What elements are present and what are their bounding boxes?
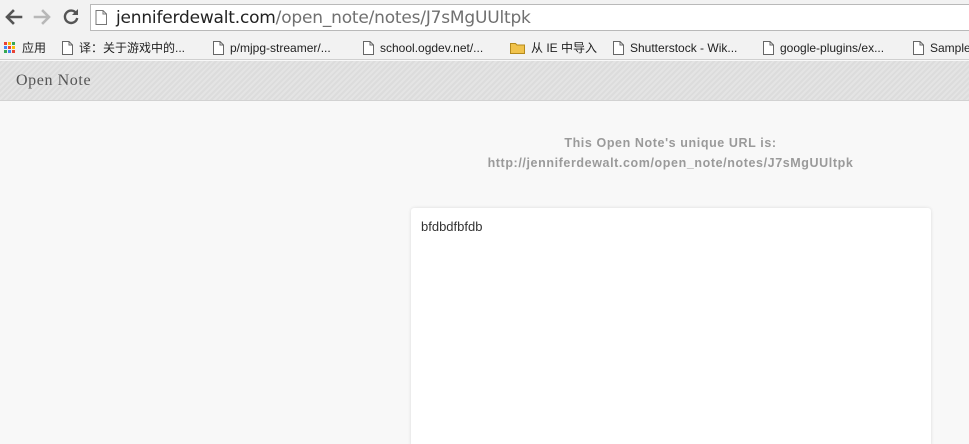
bookmark-item[interactable]: Sample	[913, 38, 969, 57]
page-icon	[613, 40, 624, 55]
bookmark-label: 从 IE 中导入	[531, 41, 598, 55]
url-path: /open_note/notes/J7sMgUUltpk	[275, 8, 531, 28]
address-bar[interactable]: jenniferdewalt.com/open_note/notes/J7sMg…	[90, 4, 969, 31]
url-host: jenniferdewalt.com	[116, 8, 276, 28]
folder-icon	[510, 42, 525, 54]
page-icon	[363, 40, 374, 55]
page-icon	[95, 10, 107, 25]
page-icon	[213, 40, 224, 55]
page-icon	[913, 40, 924, 55]
note-url-info: This Open Note's unique URL is: http://j…	[410, 133, 931, 173]
page-icon	[763, 40, 774, 55]
bookmark-item[interactable]: p/mjpg-streamer/...	[213, 38, 331, 57]
reload-icon	[63, 9, 79, 25]
bookmark-folder[interactable]: 从 IE 中导入	[510, 38, 597, 57]
bookmark-label: 译：关于游戏中的...	[79, 41, 186, 55]
bookmark-label: google-plugins/ex...	[780, 40, 885, 55]
note-url: http://jenniferdewalt.com/open_note/note…	[487, 156, 854, 170]
bookmark-item[interactable]: google-plugins/ex...	[763, 38, 884, 57]
apps-grid-icon	[4, 42, 15, 53]
bookmark-label: school.ogdev.net/...	[380, 40, 484, 55]
back-button[interactable]	[3, 6, 25, 28]
url-text[interactable]: jenniferdewalt.com/open_note/notes/J7sMg…	[116, 8, 531, 28]
bookmark-item[interactable]: school.ogdev.net/...	[363, 38, 483, 57]
bookmarks-bar: 应用 译：关于游戏中的... p/mjpg-streamer/... schoo…	[0, 35, 969, 60]
reload-button[interactable]	[60, 6, 82, 28]
page-icon	[62, 40, 73, 55]
bookmark-label: 应用	[22, 41, 47, 55]
brand-link[interactable]: Open Note	[16, 72, 91, 90]
browser-toolbar: jenniferdewalt.com/open_note/notes/J7sMg…	[0, 0, 969, 35]
note-editor[interactable]: bfdbdfbfdb	[411, 208, 931, 444]
bookmark-label: Shutterstock - Wik...	[630, 40, 738, 55]
bookmark-apps[interactable]: 应用	[4, 38, 46, 57]
note-content[interactable]: bfdbdfbfdb	[421, 219, 482, 234]
forward-button[interactable]	[31, 6, 53, 28]
bookmark-label: Sample	[930, 40, 969, 55]
arrow-right-icon	[33, 9, 51, 25]
arrow-left-icon	[5, 9, 23, 25]
bookmark-item[interactable]: 译：关于游戏中的...	[62, 38, 185, 57]
url-caption: This Open Note's unique URL is:	[564, 136, 777, 150]
bookmark-label: p/mjpg-streamer/...	[230, 40, 331, 55]
site-header: Open Note	[0, 61, 969, 101]
bookmark-item[interactable]: Shutterstock - Wik...	[613, 38, 737, 57]
